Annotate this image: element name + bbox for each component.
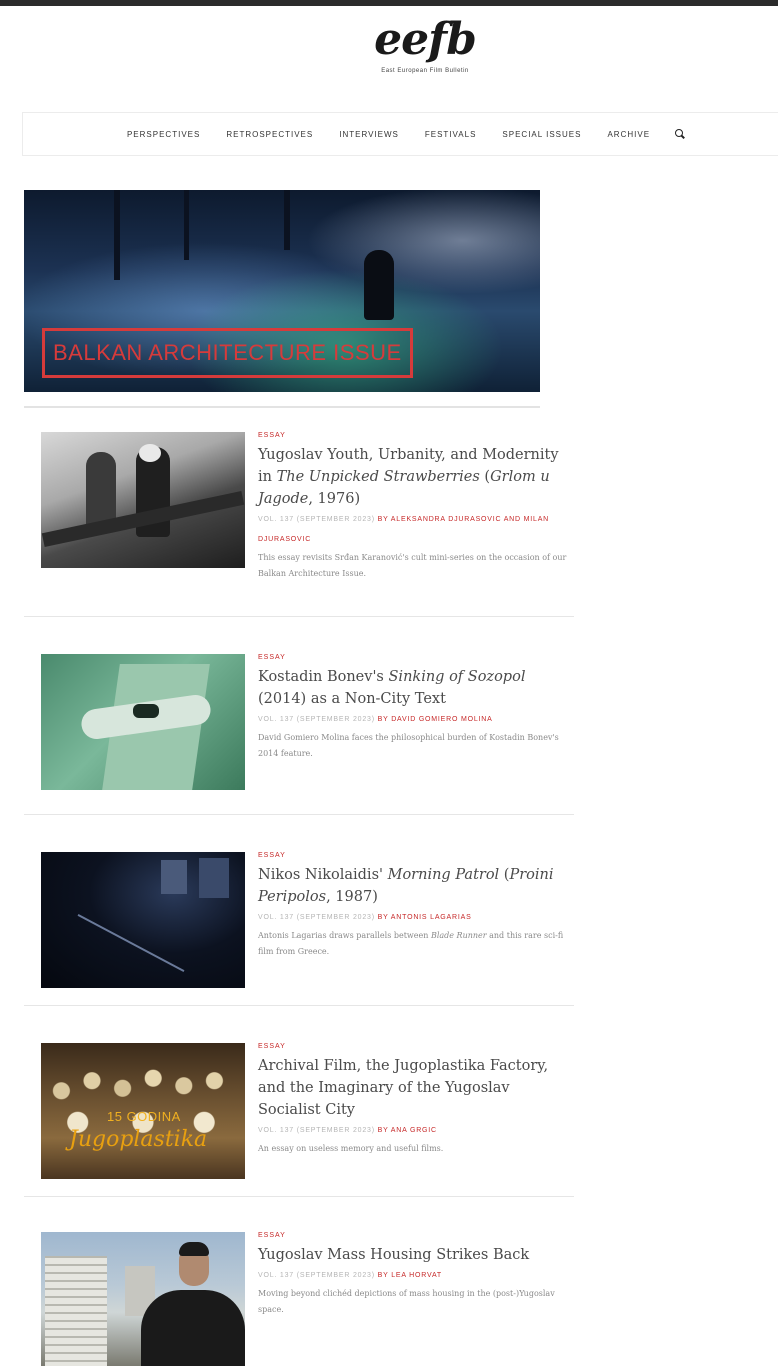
article-thumbnail[interactable] [41,432,245,568]
article-title[interactable]: Yugoslav Mass Housing Strikes Back [258,1244,568,1266]
article-text: ESSAY Yugoslav Youth, Urbanity, and Mode… [258,432,568,582]
article-byline: VOL. 137 (SEPTEMBER 2023) BY DAVID GOMIE… [258,710,568,730]
article-author[interactable]: BY ANTONIS LAGARIAS [378,914,472,921]
article-thumbnail[interactable] [41,1232,245,1366]
article-author[interactable]: BY LEA HORVAT [378,1272,442,1279]
hero-label-box: BALKAN ARCHITECTURE ISSUE [42,328,413,378]
article-category[interactable]: ESSAY [258,432,568,444]
site-logo[interactable]: eefb East European Film Bulletin [350,14,500,74]
article-title[interactable]: Nikos Nikolaidis' Morning Patrol (Proini… [258,864,568,908]
thumb-building [45,1256,107,1366]
article-byline: VOL. 137 (SEPTEMBER 2023) BY LEA HORVAT [258,1266,568,1286]
article-divider [24,616,574,617]
article-title[interactable]: Yugoslav Youth, Urbanity, and Modernity … [258,444,568,510]
article-category[interactable]: ESSAY [258,1043,568,1055]
hero-label: BALKAN ARCHITECTURE ISSUE [53,340,402,365]
article-thumbnail[interactable]: 15 GODINA Jugoplastika [41,1043,245,1179]
thumb-window [199,858,229,898]
article-byline: VOL. 137 (SEPTEMBER 2023) BY ANTONIS LAG… [258,908,568,928]
article-excerpt: An essay on useless memory and useful fi… [258,1144,444,1153]
thumb-hair [139,444,161,462]
nav-item-retrospectives[interactable]: RETROSPECTIVES [226,130,313,139]
article-divider [24,1196,574,1197]
article-divider [24,1005,574,1006]
nav-item-interviews[interactable]: INTERVIEWS [339,130,399,139]
article-volume: VOL. 137 (SEPTEMBER 2023) [258,1127,375,1134]
article-excerpt: This essay revisits Srđan Karanović's cu… [258,553,567,578]
thumb-caption: Jugoplastika [69,1127,208,1152]
thumb-hair [179,1242,209,1256]
hero-banner[interactable]: BALKAN ARCHITECTURE ISSUE [24,190,540,392]
hero-divider [24,406,540,408]
hero-tree-trunk [184,190,189,260]
article-divider [24,814,574,815]
article-category[interactable]: ESSAY [258,654,568,666]
thumb-caption: 15 GODINA [107,1109,181,1124]
article-excerpt: Moving beyond clichéd depictions of mass… [258,1289,555,1314]
nav-item-special-issues[interactable]: SPECIAL ISSUES [502,130,581,139]
article-author[interactable]: BY DAVID GOMIERO MOLINA [378,716,493,723]
article-text: ESSAY Nikos Nikolaidis' Morning Patrol (… [258,852,568,960]
hero-figure [364,250,394,320]
article-text: ESSAY Archival Film, the Jugoplastika Fa… [258,1043,568,1157]
article-title[interactable]: Archival Film, the Jugoplastika Factory,… [258,1055,568,1121]
article-volume: VOL. 137 (SEPTEMBER 2023) [258,1272,375,1279]
thumb-person [141,1290,245,1366]
nav-item-archive[interactable]: ARCHIVE [607,130,650,139]
article-byline: VOL. 137 (SEPTEMBER 2023) BY ALEKSANDRA … [258,510,568,550]
article-thumbnail[interactable] [41,852,245,988]
hero-tree-trunk [114,190,120,280]
search-icon[interactable] [673,127,687,141]
hero-tree-trunk [284,190,290,250]
nav-item-festivals[interactable]: FESTIVALS [425,130,477,139]
article-excerpt: David Gomiero Molina faces the philosoph… [258,733,559,758]
thumb-window [161,860,187,894]
article-text: ESSAY Kostadin Bonev's Sinking of Sozopo… [258,654,568,762]
article-text: ESSAY Yugoslav Mass Housing Strikes Back… [258,1232,568,1318]
article-volume: VOL. 137 (SEPTEMBER 2023) [258,516,375,523]
main-nav: PERSPECTIVES RETROSPECTIVES INTERVIEWS F… [22,112,778,156]
top-bar [0,0,778,6]
article-category[interactable]: ESSAY [258,852,568,864]
article-author[interactable]: BY ANA GRGIC [378,1127,437,1134]
logo-wordmark[interactable]: eefb [350,14,500,66]
thumb-mask [133,704,159,718]
logo-tagline: East European Film Bulletin [381,68,469,74]
article-volume: VOL. 137 (SEPTEMBER 2023) [258,914,375,921]
article-byline: VOL. 137 (SEPTEMBER 2023) BY ANA GRGIC [258,1121,568,1141]
article-category[interactable]: ESSAY [258,1232,568,1244]
article-volume: VOL. 137 (SEPTEMBER 2023) [258,716,375,723]
nav-item-perspectives[interactable]: PERSPECTIVES [127,130,200,139]
article-excerpt: Antonis Lagarias draws parallels between… [258,931,564,956]
article-thumbnail[interactable] [41,654,245,790]
thumb-streak [77,913,185,973]
article-title[interactable]: Kostadin Bonev's Sinking of Sozopol (201… [258,666,568,710]
